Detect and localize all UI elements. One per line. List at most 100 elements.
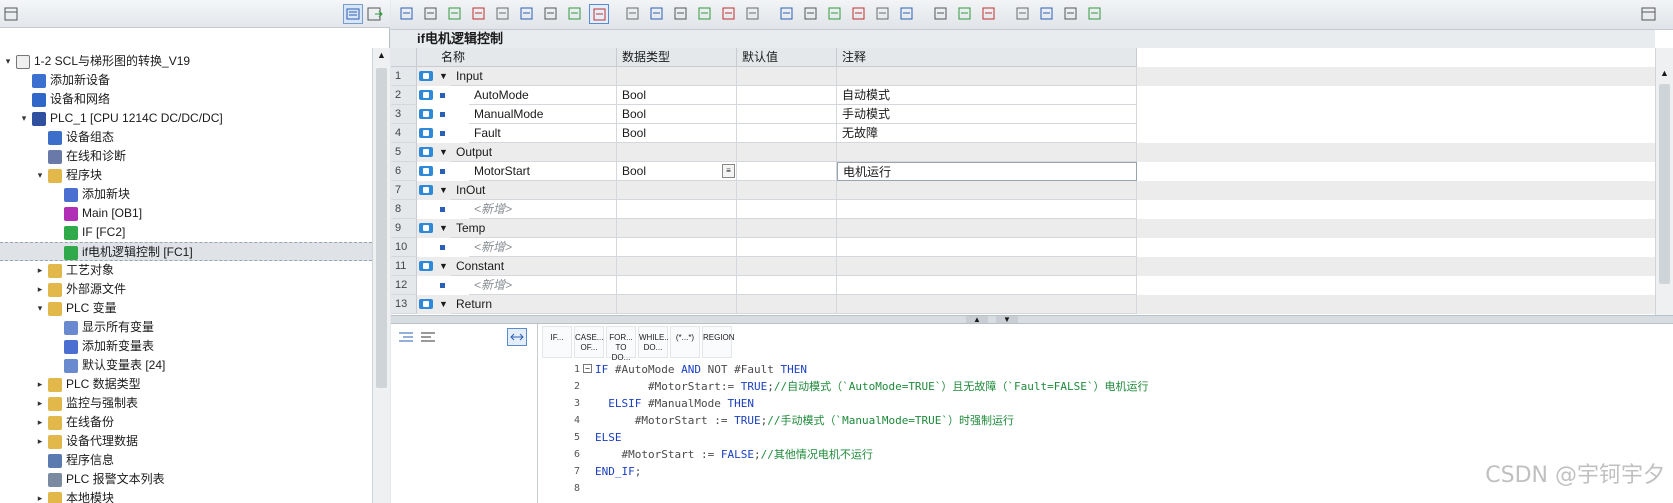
code-line[interactable]: #MotorStart := FALSE;//其他情况电机不运行 — [595, 446, 872, 463]
align-left-icon[interactable] — [493, 4, 513, 24]
variable-name-cell[interactable]: Output — [451, 143, 617, 162]
scroll-thumb[interactable] — [376, 68, 387, 388]
section-collapse-icon[interactable]: ▼ — [439, 295, 448, 314]
variable-name-cell[interactable]: MotorStart — [469, 162, 617, 181]
collapse-down-icon[interactable]: ▼ — [996, 316, 1018, 324]
sync-icon[interactable] — [671, 4, 691, 24]
outdent-icon[interactable] — [419, 330, 437, 344]
row-number[interactable]: 8 — [391, 200, 417, 219]
refresh-icon[interactable] — [695, 4, 715, 24]
expand-arrow-icon[interactable]: ▸ — [34, 432, 46, 451]
scroll-up-arrow-icon[interactable]: ▲ — [1659, 68, 1670, 80]
name-column-header[interactable]: 名称 — [417, 48, 617, 67]
code-line[interactable]: #MotorStart := TRUE;//手动模式（`ManualMode=T… — [595, 412, 1014, 429]
bookmark-next-icon[interactable] — [931, 4, 951, 24]
tree-item[interactable]: ▸ 外部源文件 — [0, 280, 372, 299]
tree-item[interactable]: 在线和诊断 — [0, 147, 372, 166]
datatype-cell[interactable] — [617, 238, 737, 257]
default-value-cell[interactable] — [737, 295, 837, 314]
bookmark-prev-icon[interactable] — [955, 4, 975, 24]
glasses-icon[interactable] — [1013, 4, 1033, 24]
datatype-cell[interactable] — [617, 200, 737, 219]
bookmark-icon[interactable] — [897, 4, 917, 24]
row-number[interactable]: 7 — [391, 181, 417, 200]
block-icon[interactable] — [565, 4, 585, 24]
row-number[interactable]: 2 — [391, 86, 417, 105]
expand-arrow-icon[interactable]: ▸ — [34, 489, 46, 503]
comment-cell[interactable]: 无故障 — [837, 124, 1137, 143]
row-number[interactable]: 5 — [391, 143, 417, 162]
comment-cell[interactable] — [837, 181, 1137, 200]
variable-name-cell[interactable]: <新增> — [469, 200, 617, 219]
row-number[interactable]: 9 — [391, 219, 417, 238]
bookmark-clear-icon[interactable] — [979, 4, 999, 24]
indent-icon[interactable] — [397, 330, 415, 344]
tree-item[interactable]: ▾ PLC 变量 — [0, 299, 372, 318]
tree-item[interactable]: 添加新设备 — [0, 71, 372, 90]
editor-splitter[interactable]: ▲ ▼ — [391, 315, 1673, 324]
mark-icon[interactable] — [719, 4, 739, 24]
delete-icon[interactable] — [647, 4, 667, 24]
comment-column-header[interactable]: 注释 — [837, 48, 1137, 67]
comment-cell[interactable]: 电机运行 — [837, 162, 1137, 181]
network-icon[interactable] — [445, 4, 465, 24]
comment-cell[interactable] — [837, 257, 1137, 276]
code-line[interactable]: #MotorStart:= TRUE;//自动模式（`AutoMode=TRUE… — [595, 378, 1149, 395]
default-value-cell[interactable] — [737, 200, 837, 219]
default-value-cell[interactable] — [737, 257, 837, 276]
scl-instruction-button[interactable]: (*...*) — [670, 326, 700, 358]
code-line[interactable]: END_IF; — [595, 463, 641, 480]
row-number[interactable]: 4 — [391, 124, 417, 143]
comment-cell[interactable] — [837, 143, 1137, 162]
default-value-cell[interactable] — [737, 67, 837, 86]
table-row[interactable]: 8 <新增> — [391, 200, 1655, 219]
variable-name-cell[interactable]: Constant — [451, 257, 617, 276]
variable-name-cell[interactable]: <新增> — [469, 238, 617, 257]
panel-layout-icon[interactable] — [1639, 4, 1659, 24]
datatype-cell[interactable]: Bool — [617, 105, 737, 124]
scl-instruction-button[interactable]: IF... — [542, 326, 572, 358]
default-value-cell[interactable] — [737, 143, 837, 162]
table-row[interactable]: 1 ▼ Input — [391, 67, 1655, 86]
scl-instruction-button[interactable]: FOR... TO DO... — [606, 326, 636, 362]
row-number[interactable]: 11 — [391, 257, 417, 276]
export-icon[interactable] — [365, 4, 385, 24]
tree-item[interactable]: ▸ 在线备份 — [0, 413, 372, 432]
expand-arrow-icon[interactable]: ▸ — [34, 413, 46, 432]
row-number[interactable]: 6 — [391, 162, 417, 181]
collapse-arrow-icon[interactable]: ▾ — [34, 166, 46, 185]
datatype-cell[interactable] — [617, 143, 737, 162]
project-view-icon[interactable] — [2, 4, 22, 24]
section-collapse-icon[interactable]: ▼ — [439, 67, 448, 86]
tree-item[interactable]: 添加新块 — [0, 185, 372, 204]
uncomment-icon[interactable] — [873, 4, 893, 24]
insert-row-icon[interactable] — [397, 4, 417, 24]
code-line[interactable]: ELSE — [595, 429, 622, 446]
datatype-column-header[interactable]: 数据类型 — [617, 48, 737, 67]
tree-item[interactable]: PLC 报警文本列表 — [0, 470, 372, 489]
table-row[interactable]: 11 ▼ Constant — [391, 257, 1655, 276]
table-row[interactable]: 4 Fault Bool 无故障 — [391, 124, 1655, 143]
copy-icon[interactable] — [469, 4, 489, 24]
tree-item[interactable]: Main [OB1] — [0, 204, 372, 223]
tree-item[interactable]: 默认变量表 [24] — [0, 356, 372, 375]
add-row-icon[interactable] — [421, 4, 441, 24]
variable-name-cell[interactable]: AutoMode — [469, 86, 617, 105]
datatype-cell[interactable] — [617, 67, 737, 86]
tree-item[interactable]: ▸ 本地模块 — [0, 489, 372, 503]
section-collapse-icon[interactable]: ▼ — [439, 257, 448, 276]
tree-item[interactable]: if电机逻辑控制 [FC1] — [0, 242, 372, 261]
indent-left-icon[interactable] — [777, 4, 797, 24]
comment-cell[interactable] — [837, 200, 1137, 219]
highlight-icon[interactable] — [589, 4, 609, 24]
comment-icon[interactable] — [849, 4, 869, 24]
default-value-cell[interactable] — [737, 162, 837, 181]
table-row[interactable]: 10 <新增> — [391, 238, 1655, 257]
code-line[interactable]: IF #AutoMode AND NOT #Fault THEN — [595, 361, 807, 378]
datatype-cell[interactable] — [617, 295, 737, 314]
tree-item[interactable]: ▾ 1-2 SCL与梯形图的转换_V19 — [0, 52, 372, 71]
monitor-all-icon[interactable] — [1061, 4, 1081, 24]
tree-item[interactable]: 设备组态 — [0, 128, 372, 147]
datatype-cell[interactable] — [617, 181, 737, 200]
default-value-cell[interactable] — [737, 238, 837, 257]
